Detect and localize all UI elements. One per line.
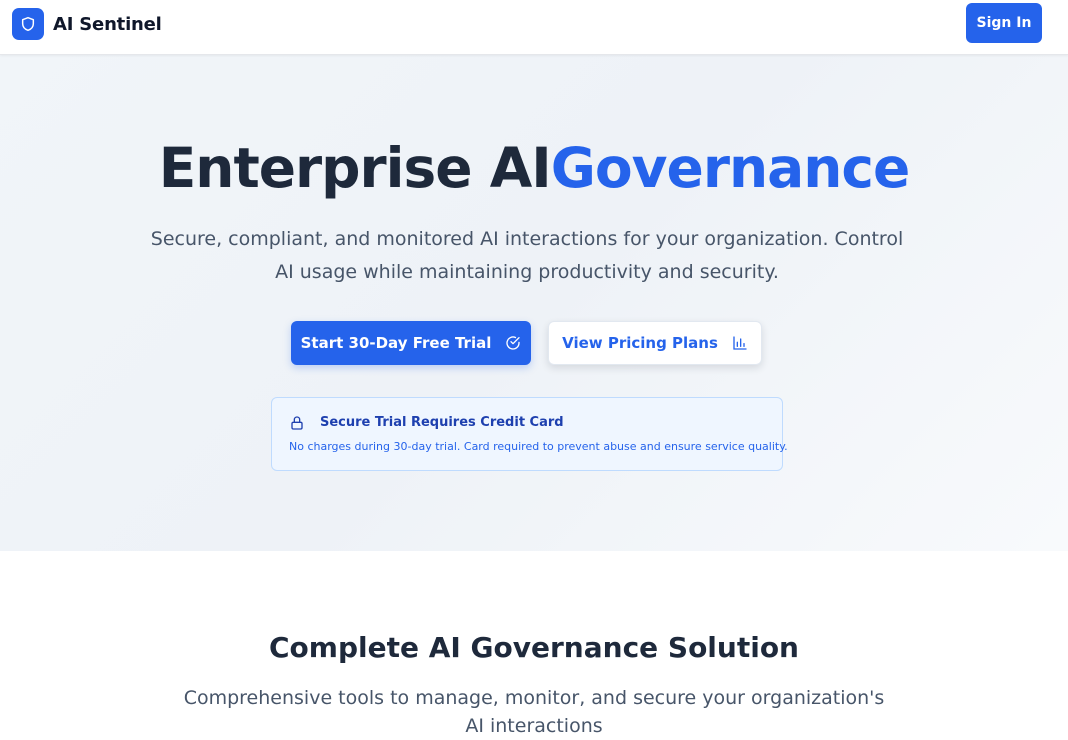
view-pricing-button[interactable]: View Pricing Plans: [548, 321, 762, 365]
sign-in-button[interactable]: Sign In: [966, 3, 1042, 43]
features-subtitle: Comprehensive tools to manage, monitor, …: [183, 687, 885, 737]
lock-icon: [289, 415, 305, 431]
hero-title-accent: Governance: [550, 136, 911, 200]
start-free-trial-button[interactable]: Start 30-Day Free Trial: [291, 321, 531, 365]
notice-title: Secure Trial Requires Credit Card: [320, 415, 564, 430]
brand[interactable]: AI Sentinel: [12, 8, 162, 40]
hero-section: Enterprise AIGovernance Secure, complian…: [0, 55, 1068, 551]
hero-title-main: Enterprise AI: [158, 136, 552, 200]
hero-subtitle: Secure, compliant, and monitored AI inte…: [150, 228, 904, 283]
bar-chart-icon: [732, 335, 748, 351]
credit-card-notice: Secure Trial Requires Credit Card No cha…: [271, 397, 788, 471]
check-circle-icon: [505, 335, 521, 351]
features-section: Complete AI Governance Solution Comprehe…: [0, 551, 1068, 737]
shield-icon: [12, 8, 44, 40]
view-pricing-label: View Pricing Plans: [562, 334, 718, 352]
brand-name: AI Sentinel: [53, 13, 162, 35]
notice-description: No charges during 30-day trial. Card req…: [289, 440, 788, 453]
hero-title: Enterprise AIGovernance: [0, 135, 1068, 201]
features-title: Complete AI Governance Solution: [268, 631, 799, 664]
start-free-trial-label: Start 30-Day Free Trial: [300, 334, 492, 352]
top-navbar: AI Sentinel Sign In: [0, 0, 1068, 55]
